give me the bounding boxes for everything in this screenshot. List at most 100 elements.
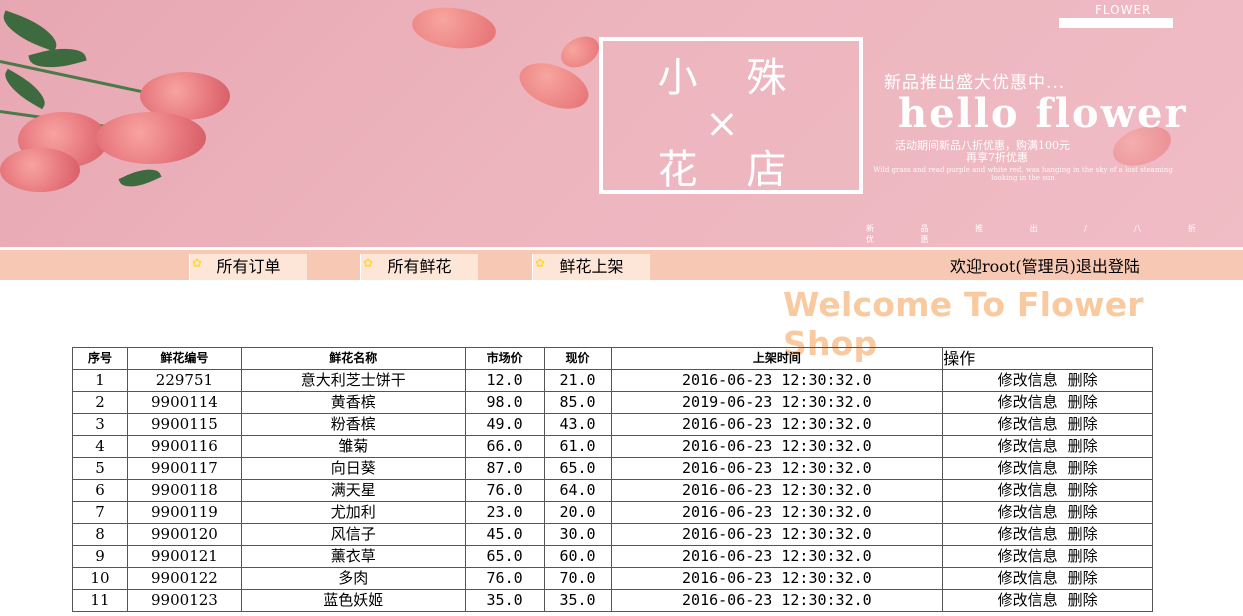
cell-price: 65.0 [543,457,612,480]
flower-icon: ✿ [535,256,546,270]
cell-listed-time: 2016-06-23 12:30:32.0 [610,479,944,502]
leaf-icon [118,162,162,194]
cell-code: 9900114 [126,391,242,414]
header-market-price: 市场价 [464,347,545,370]
cell-name: 多肉 [240,567,466,590]
cell-index: 10 [72,567,128,590]
cell-code: 229751 [126,369,242,392]
user-logout-link[interactable]: 欢迎root(管理员)退出登陆 [950,254,1140,280]
shop-title-line: × [705,101,757,147]
cell-actions: 修改信息 删除 [942,589,1153,612]
cell-listed-time: 2016-06-23 12:30:32.0 [610,567,944,590]
edit-link[interactable]: 修改信息 [998,371,1058,389]
promo-hello: hello flower [898,90,1188,137]
cell-actions: 修改信息 删除 [942,435,1153,458]
edit-link[interactable]: 修改信息 [998,591,1058,609]
edit-link[interactable]: 修改信息 [998,569,1058,587]
delete-link[interactable]: 删除 [1068,371,1098,389]
tab-all-flowers[interactable]: ✿ 所有鲜花 [360,254,478,280]
cell-listed-time: 2016-06-23 12:30:32.0 [610,545,944,568]
cell-index: 11 [72,589,128,612]
cell-actions: 修改信息 删除 [942,501,1153,524]
cell-index: 4 [72,435,128,458]
cell-price: 21.0 [543,369,612,392]
cell-actions: 修改信息 删除 [942,413,1153,436]
cell-name: 薰衣草 [240,545,466,568]
cell-code: 9900121 [126,545,242,568]
header-index: 序号 [72,347,128,370]
edit-link[interactable]: 修改信息 [998,547,1058,565]
table-row: 1 229751 意大利芝士饼干 12.0 21.0 2016-06-23 12:30:3… [72,369,1153,392]
shop-title-box: 小 殊 × 花 店 [599,37,863,194]
cell-listed-time: 2016-06-23 12:30:32.0 [610,369,944,392]
flower-table: 序号 鲜花编号 鲜花名称 市场价 现价 上架时间 操作 1 229751 意大利芝士… [72,347,1153,612]
tab-label: 所有订单 [216,257,281,276]
delete-link[interactable]: 删除 [1068,547,1098,565]
tab-label: 鲜花上架 [559,257,624,276]
cell-price: 60.0 [543,545,612,568]
table-row: 8 9900120 风信子 45.0 30.0 2016-06-23 12:30:32.0… [72,523,1153,546]
rose-icon [0,148,80,192]
table-row: 11 9900123 蓝色妖姬 35.0 35.0 2016-06-23 12:30:32… [72,589,1153,612]
delete-link[interactable]: 删除 [1068,415,1098,433]
table-row: 10 9900122 多肉 76.0 70.0 2016-06-23 12:30:32.0… [72,567,1153,590]
cell-actions: 修改信息 删除 [942,369,1153,392]
cell-name: 黄香槟 [240,391,466,414]
edit-link[interactable]: 修改信息 [998,459,1058,477]
table-row: 3 9900115 粉香槟 49.0 43.0 2016-06-23 12:30:32.0… [72,413,1153,436]
cell-market-price: 23.0 [464,501,545,524]
edit-link[interactable]: 修改信息 [998,437,1058,455]
edit-link[interactable]: 修改信息 [998,503,1058,521]
cell-market-price: 76.0 [464,567,545,590]
cell-name: 满天星 [240,479,466,502]
cell-market-price: 87.0 [464,457,545,480]
table-row: 6 9900118 满天星 76.0 64.0 2016-06-23 12:30:32.0… [72,479,1153,502]
cell-actions: 修改信息 删除 [942,523,1153,546]
cell-name: 向日葵 [240,457,466,480]
edit-link[interactable]: 修改信息 [998,525,1058,543]
cell-market-price: 49.0 [464,413,545,436]
delete-link[interactable]: 删除 [1068,459,1098,477]
cell-market-price: 35.0 [464,589,545,612]
petal-icon [556,32,604,72]
edit-link[interactable]: 修改信息 [998,393,1058,411]
delete-link[interactable]: 删除 [1068,569,1098,587]
delete-link[interactable]: 删除 [1068,393,1098,411]
petal-icon [409,1,499,55]
delete-link[interactable]: 删除 [1068,481,1098,499]
cell-name: 意大利芝士饼干 [240,369,466,392]
delete-link[interactable]: 删除 [1068,591,1098,609]
delete-link[interactable]: 删除 [1068,503,1098,521]
cell-index: 3 [72,413,128,436]
cell-price: 70.0 [543,567,612,590]
cell-index: 1 [72,369,128,392]
header-actions: 操作 [942,347,1153,370]
cell-market-price: 12.0 [464,369,545,392]
flower-icon: ✿ [363,256,374,270]
brand-bar [1059,18,1173,28]
cell-price: 20.0 [543,501,612,524]
cell-actions: 修改信息 删除 [942,457,1153,480]
cell-listed-time: 2016-06-23 12:30:32.0 [610,413,944,436]
delete-link[interactable]: 删除 [1068,437,1098,455]
header-price: 现价 [543,347,612,370]
cell-listed-time: 2016-06-23 12:30:32.0 [610,589,944,612]
tab-all-orders[interactable]: ✿ 所有订单 [189,254,307,280]
nav-bar: ✿ 所有订单 ✿ 所有鲜花 ✿ 鲜花上架 欢迎root(管理员)退出登陆 [0,247,1243,280]
edit-link[interactable]: 修改信息 [998,415,1058,433]
cell-listed-time: 2016-06-23 12:30:32.0 [610,501,944,524]
brand-text: FLOWER [1095,3,1152,17]
delete-link[interactable]: 删除 [1068,525,1098,543]
cell-name: 蓝色妖姬 [240,589,466,612]
header-listed-time: 上架时间 [610,347,944,370]
cell-index: 9 [72,545,128,568]
cell-code: 9900122 [126,567,242,590]
shop-title-line: 小 殊 [657,55,805,101]
tab-add-flower[interactable]: ✿ 鲜花上架 [532,254,650,280]
table-row: 7 9900119 尤加利 23.0 20.0 2016-06-23 12:30:32.0… [72,501,1153,524]
cell-market-price: 76.0 [464,479,545,502]
cell-code: 9900117 [126,457,242,480]
cell-listed-time: 2016-06-23 12:30:32.0 [610,457,944,480]
header-banner: FLOWER 小 殊 × 花 店 新品推出盛大优惠中... hello flow… [0,0,1243,247]
edit-link[interactable]: 修改信息 [998,481,1058,499]
